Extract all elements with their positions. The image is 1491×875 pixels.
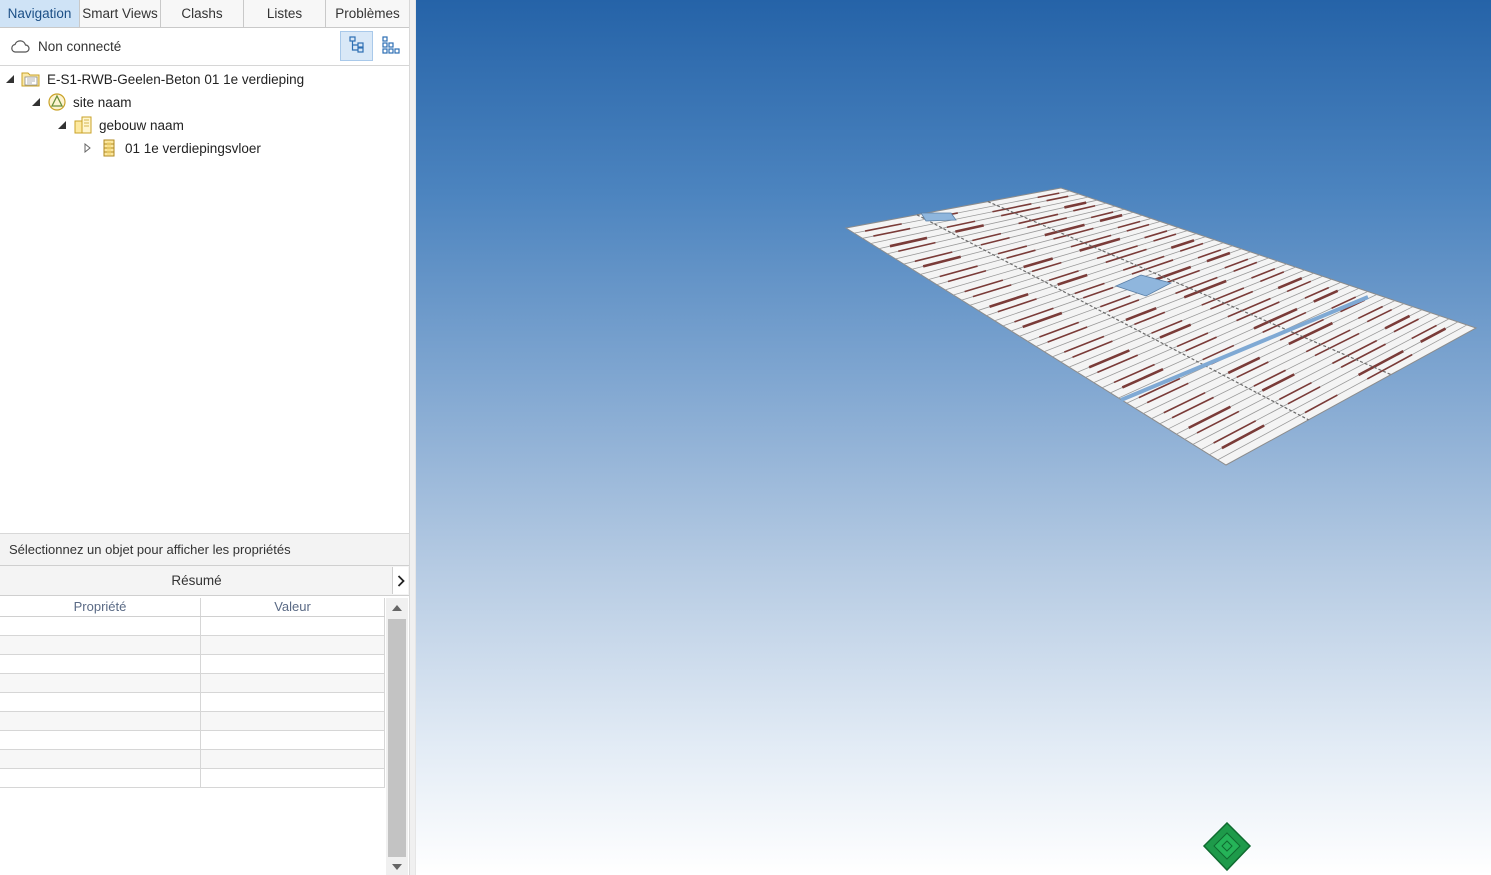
- navigation-cube[interactable]: [1202, 821, 1252, 875]
- site-icon: [47, 92, 67, 112]
- tab-smart-views[interactable]: Smart Views: [80, 0, 161, 27]
- table-row: [0, 750, 385, 769]
- properties-scrollbar[interactable]: [386, 598, 408, 875]
- tree-view-icon: [347, 35, 367, 58]
- tree-node-label: gebouw naam: [99, 117, 184, 133]
- connection-bar: Non connecté: [0, 28, 409, 66]
- scroll-up-icon[interactable]: [386, 598, 408, 618]
- model-folder-icon: [21, 69, 41, 89]
- tab-bar: Navigation Smart Views Clashs Listes Pro…: [0, 0, 409, 28]
- table-row: [0, 636, 385, 655]
- scrollbar-thumb[interactable]: [388, 619, 406, 857]
- collapse-arrow-icon[interactable]: [57, 120, 67, 130]
- properties-table: Propriété Valeur: [0, 598, 385, 788]
- navigation-panel: Navigation Smart Views Clashs Listes Pro…: [0, 0, 409, 875]
- grid-view-button[interactable]: [376, 31, 406, 61]
- tree-node-storey[interactable]: 01 1e verdiepingsvloer: [83, 137, 261, 159]
- scroll-down-icon[interactable]: [386, 859, 408, 875]
- slab-opening: [920, 212, 957, 222]
- tree-node-building[interactable]: gebouw naam: [57, 114, 184, 136]
- chevron-right-icon[interactable]: [392, 567, 408, 594]
- table-row: [0, 731, 385, 750]
- column-header-value[interactable]: Valeur: [201, 598, 385, 616]
- tree-node-model[interactable]: E-S1-RWB-Geelen-Beton 01 1e verdieping: [5, 68, 304, 90]
- tree-node-label: E-S1-RWB-Geelen-Beton 01 1e verdieping: [47, 71, 305, 87]
- grid-view-icon: [381, 35, 401, 58]
- tree-view-button[interactable]: [340, 31, 373, 61]
- 3d-viewport[interactable]: [416, 0, 1491, 875]
- collapse-arrow-icon[interactable]: [5, 74, 15, 84]
- connection-status: Non connecté: [38, 39, 122, 54]
- model-tree: E-S1-RWB-Geelen-Beton 01 1e verdieping s…: [0, 68, 409, 530]
- table-row: [0, 674, 385, 693]
- tab-navigation[interactable]: Navigation: [0, 0, 80, 27]
- summary-label: Résumé: [171, 573, 222, 588]
- floor-model[interactable]: [416, 0, 1491, 875]
- expand-arrow-icon[interactable]: [83, 143, 93, 153]
- panel-splitter[interactable]: [409, 0, 416, 875]
- tab-clashs[interactable]: Clashs: [161, 0, 244, 27]
- tree-node-label: 01 1e verdiepingsvloer: [125, 140, 261, 156]
- table-row: [0, 617, 385, 636]
- storey-icon: [99, 138, 119, 158]
- tree-node-label: site naam: [73, 94, 132, 110]
- table-row: [0, 655, 385, 674]
- table-header: Propriété Valeur: [0, 598, 385, 617]
- table-row: [0, 769, 385, 788]
- tab-listes[interactable]: Listes: [244, 0, 326, 27]
- column-header-property[interactable]: Propriété: [0, 598, 201, 616]
- tree-node-site[interactable]: site naam: [31, 91, 132, 113]
- table-row: [0, 712, 385, 731]
- collapse-arrow-icon[interactable]: [31, 97, 41, 107]
- building-icon: [73, 115, 93, 135]
- tab-problemes[interactable]: Problèmes: [326, 0, 409, 27]
- table-row: [0, 693, 385, 712]
- properties-hint: Sélectionnez un objet pour afficher les …: [0, 533, 409, 565]
- cloud-icon: [10, 39, 30, 56]
- summary-bar[interactable]: Résumé: [0, 565, 409, 596]
